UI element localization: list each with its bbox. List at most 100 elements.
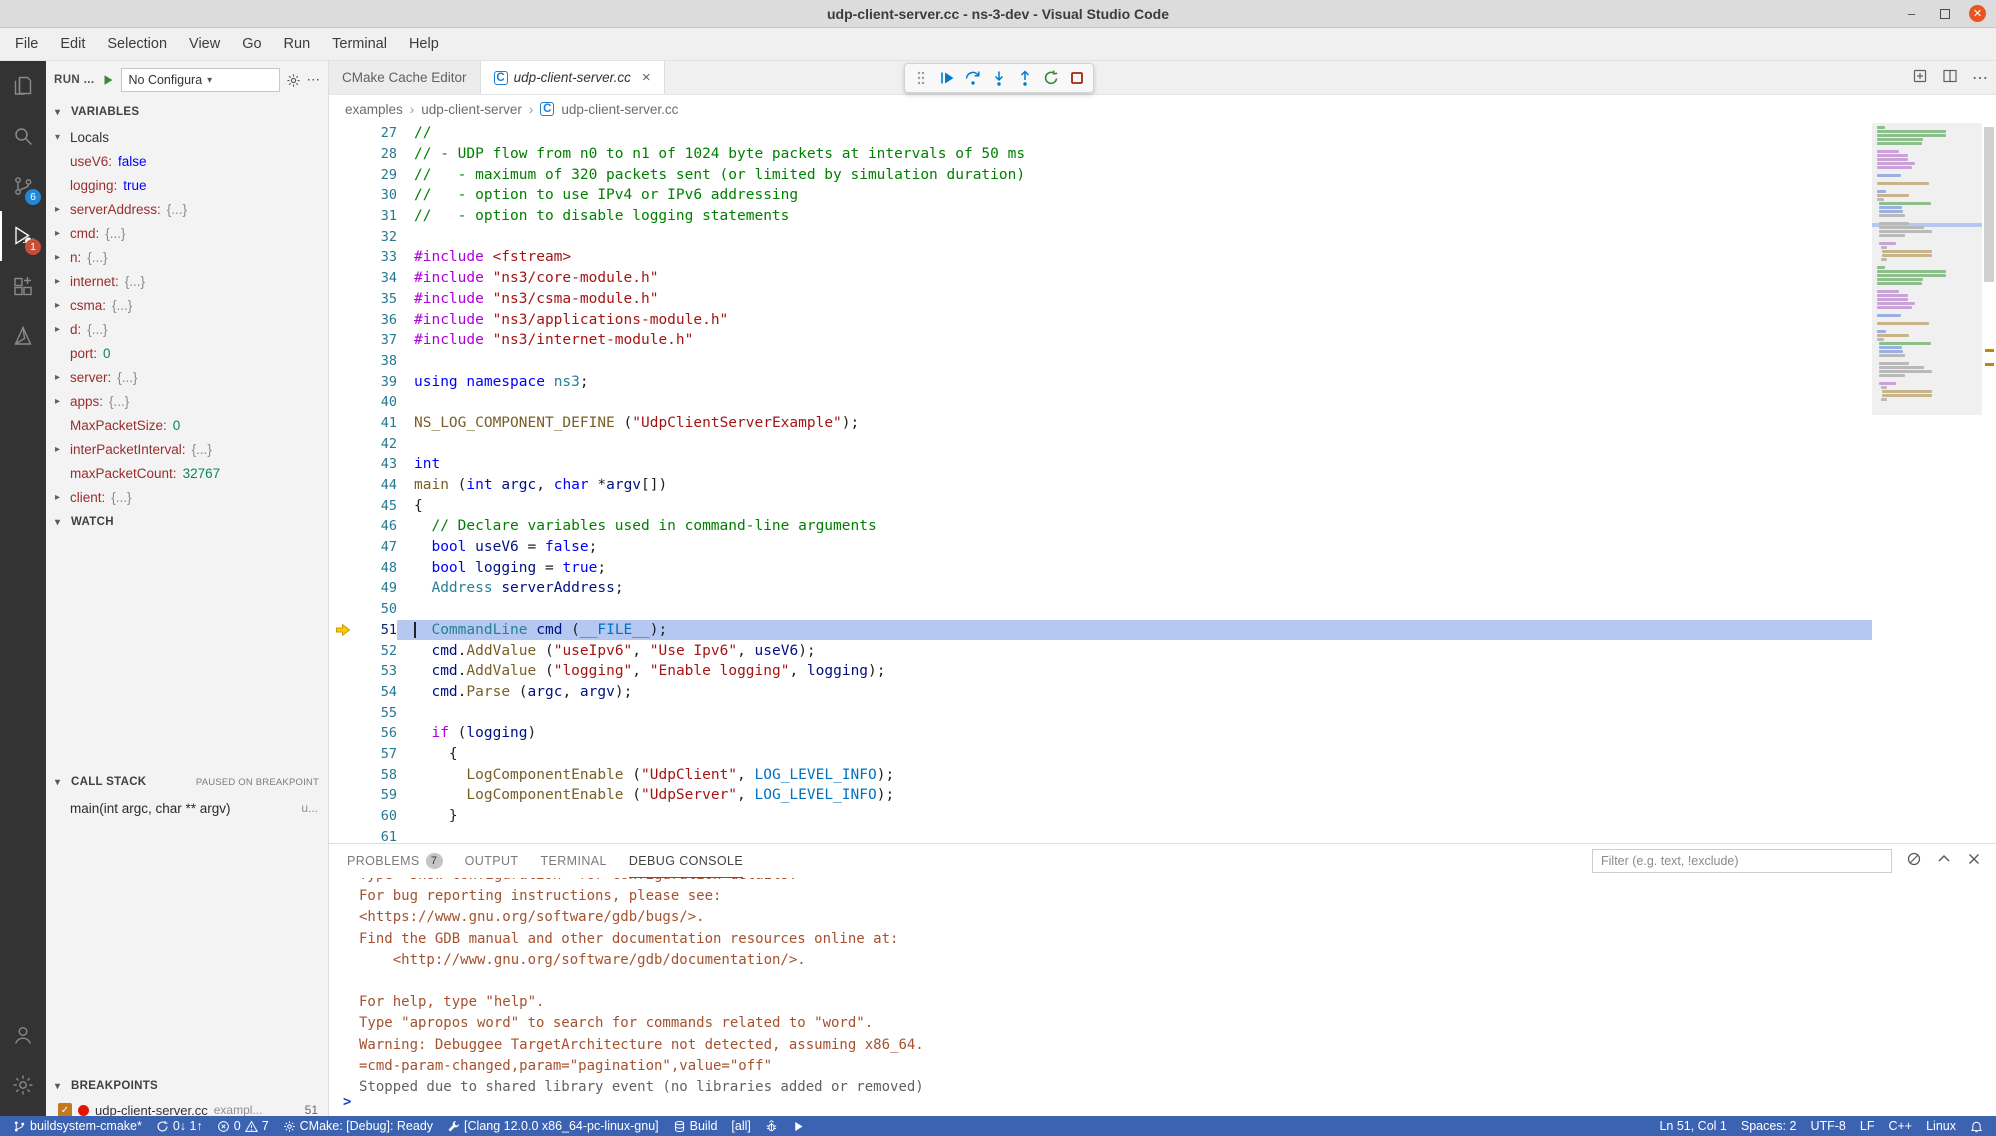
variable-item[interactable]: maxPacketCount:32767 — [46, 461, 328, 485]
variable-item[interactable]: ▸csma:{...} — [46, 293, 328, 317]
cmake-status-label: CMake: [Debug]: Ready — [300, 1119, 433, 1133]
code-line: 34#include "ns3/core-module.h" — [329, 268, 1872, 289]
panel-tab-terminal[interactable]: TERMINAL — [540, 844, 606, 878]
menu-help[interactable]: Help — [398, 28, 450, 60]
split-editor-icon[interactable] — [1942, 68, 1958, 89]
step-over-icon[interactable] — [960, 65, 986, 91]
build-target[interactable]: [all] — [724, 1116, 757, 1136]
views-more-actions-icon[interactable]: ⋯ — [307, 72, 321, 88]
maximize-panel-icon[interactable] — [1936, 851, 1952, 872]
breadcrumb-item[interactable]: udp-client-server — [421, 102, 522, 117]
menu-view[interactable]: View — [178, 28, 231, 60]
step-out-icon[interactable] — [1012, 65, 1038, 91]
git-sync-status[interactable]: 0↓ 1↑ — [149, 1116, 210, 1136]
scrollbar-thumb[interactable] — [1984, 127, 1994, 282]
menu-run[interactable]: Run — [273, 28, 322, 60]
call-stack-section-header[interactable]: ▾ CALL STACK PAUSED ON BREAKPOINT — [46, 769, 328, 795]
editor-tab[interactable]: Cudp-client-server.cc× — [481, 61, 665, 94]
stop-icon[interactable] — [1064, 65, 1090, 91]
variable-value: {...} — [111, 490, 131, 505]
git-branch-status[interactable]: buildsystem-cmake* — [6, 1116, 149, 1136]
variable-item[interactable]: ▸client:{...} — [46, 485, 328, 509]
run-and-debug-icon[interactable]: 1 — [0, 211, 46, 261]
start-debugging-icon[interactable] — [101, 73, 115, 87]
open-changes-icon[interactable] — [1912, 68, 1928, 89]
menu-terminal[interactable]: Terminal — [321, 28, 398, 60]
breakpoint-item[interactable]: ✓ udp-client-server.cc exampl... 51 — [46, 1099, 328, 1116]
panel-tab-output[interactable]: OUTPUT — [465, 844, 519, 878]
variable-item[interactable]: ▸n:{...} — [46, 245, 328, 269]
eol[interactable]: LF — [1853, 1116, 1882, 1136]
search-icon[interactable] — [0, 111, 46, 161]
variable-item[interactable]: ▸d:{...} — [46, 317, 328, 341]
cmake-launch-button[interactable] — [785, 1116, 812, 1136]
minimap[interactable] — [1872, 123, 1982, 843]
menu-edit[interactable]: Edit — [49, 28, 96, 60]
editor-scrollbar[interactable] — [1982, 123, 1996, 843]
console-prompt[interactable]: > — [343, 1092, 351, 1113]
clear-console-icon[interactable] — [1906, 851, 1922, 872]
menu-file[interactable]: File — [4, 28, 49, 60]
panel-tab-debug-console[interactable]: DEBUG CONSOLE — [629, 844, 743, 878]
restart-icon[interactable] — [1038, 65, 1064, 91]
stack-frame-item[interactable]: main(int argc, char ** argv) u... — [46, 795, 328, 821]
variable-item[interactable]: port:0 — [46, 341, 328, 365]
variable-item[interactable]: ▸internet:{...} — [46, 269, 328, 293]
code-line: 39using namespace ns3; — [329, 371, 1872, 392]
extensions-icon[interactable] — [0, 261, 46, 311]
toolbar-drag-handle[interactable] — [908, 65, 934, 91]
editor-tab[interactable]: CMake Cache Editor — [329, 61, 481, 94]
cursor-position[interactable]: Ln 51, Col 1 — [1652, 1116, 1733, 1136]
configure-gear-icon[interactable] — [286, 73, 301, 88]
debug-console[interactable]: Type "show configuration" for configurat… — [329, 878, 1996, 1116]
cmake-kit[interactable]: [Clang 12.0.0 x86_64-pc-linux-gnu] — [440, 1116, 666, 1136]
variable-item[interactable]: ▸apps:{...} — [46, 389, 328, 413]
breadcrumb-item[interactable]: examples — [345, 102, 403, 117]
watch-section-header[interactable]: ▾ WATCH — [46, 509, 328, 535]
explorer-icon[interactable] — [0, 61, 46, 111]
close-button[interactable]: ✕ — [1969, 5, 1986, 22]
close-icon[interactable]: × — [642, 69, 651, 86]
minimap-line — [1877, 186, 1977, 189]
settings-gear-icon[interactable] — [0, 1060, 46, 1110]
problems-status[interactable]: 07 — [210, 1116, 276, 1136]
variables-scope-row[interactable]: ▾ Locals — [46, 125, 328, 149]
more-actions-icon[interactable]: ⋯ — [1972, 68, 1988, 88]
cmake-tools-icon[interactable] — [0, 311, 46, 361]
source-control-icon[interactable]: 6 — [0, 161, 46, 211]
variable-item[interactable]: logging:true — [46, 173, 328, 197]
step-into-icon[interactable] — [986, 65, 1012, 91]
variable-item[interactable]: ▸cmd:{...} — [46, 221, 328, 245]
maximize-button[interactable] — [1936, 5, 1953, 22]
minimize-button[interactable]: – — [1903, 5, 1920, 22]
variable-item[interactable]: ▸interPacketInterval:{...} — [46, 437, 328, 461]
variable-item[interactable]: ▸serverAddress:{...} — [46, 197, 328, 221]
language-mode[interactable]: C++ — [1881, 1116, 1919, 1136]
continue-icon[interactable] — [934, 65, 960, 91]
console-filter-input[interactable] — [1592, 849, 1892, 873]
breadcrumb-item[interactable]: udp-client-server.cc — [561, 102, 678, 117]
encoding[interactable]: UTF-8 — [1803, 1116, 1852, 1136]
variable-value: true — [123, 178, 146, 193]
cpp-config[interactable]: Linux — [1919, 1116, 1963, 1136]
variable-item[interactable]: useV6:false — [46, 149, 328, 173]
notifications-bell[interactable] — [1963, 1116, 1990, 1136]
close-panel-icon[interactable] — [1966, 851, 1982, 872]
debug-config-dropdown[interactable]: No Configura ▾ — [121, 68, 280, 92]
code-editor[interactable]: 27//28// - UDP flow from n0 to n1 of 102… — [329, 123, 1996, 843]
cmake-build-button[interactable]: Build — [666, 1116, 725, 1136]
breakpoint-checkbox[interactable]: ✓ — [58, 1103, 72, 1116]
debug-current-line-arrow[interactable] — [329, 620, 357, 641]
panel-tab-problems[interactable]: PROBLEMS7 — [347, 844, 443, 878]
variable-item[interactable]: MaxPacketSize:0 — [46, 413, 328, 437]
cmake-status[interactable]: CMake: [Debug]: Ready — [276, 1116, 440, 1136]
menu-go[interactable]: Go — [231, 28, 272, 60]
cmake-debug-button[interactable] — [758, 1116, 785, 1136]
code-line: 58 LogComponentEnable ("UdpClient", LOG_… — [329, 764, 1872, 785]
indentation[interactable]: Spaces: 2 — [1734, 1116, 1804, 1136]
account-icon[interactable] — [0, 1010, 46, 1060]
variables-section-header[interactable]: ▾ VARIABLES — [46, 99, 328, 125]
breakpoints-section-header[interactable]: ▾ BREAKPOINTS — [46, 1073, 328, 1099]
variable-item[interactable]: ▸server:{...} — [46, 365, 328, 389]
menu-selection[interactable]: Selection — [96, 28, 178, 60]
